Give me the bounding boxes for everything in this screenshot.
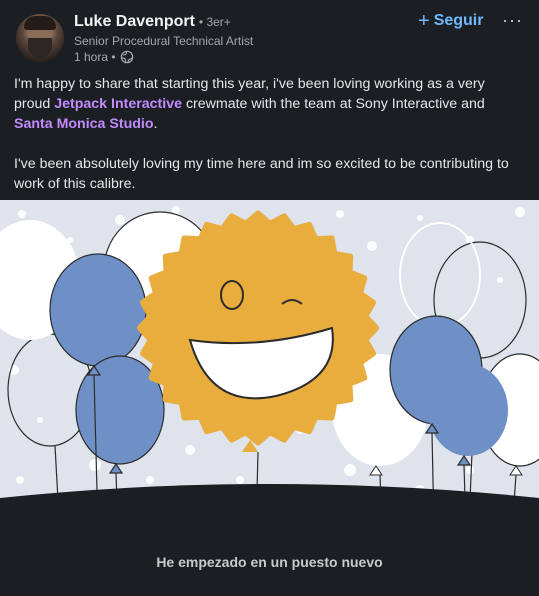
- post-meta: 1 hora •: [74, 50, 134, 64]
- author-name-row: Luke Davenport • 3er+: [74, 13, 231, 31]
- post-card: Luke Davenport • 3er+ Senior Procedural …: [0, 0, 539, 596]
- celebration-image[interactable]: [0, 200, 539, 530]
- connection-degree: • 3er+: [198, 15, 231, 29]
- globe-icon: [120, 50, 133, 64]
- avatar[interactable]: [16, 14, 64, 62]
- author-name[interactable]: Luke Davenport: [74, 13, 195, 31]
- post-text-segment: .: [153, 116, 158, 132]
- mention-jetpack-interactive[interactable]: Jetpack Interactive: [54, 96, 182, 112]
- ellipsis-icon[interactable]: ···: [502, 10, 524, 30]
- author-headline: Senior Procedural Technical Artist: [74, 34, 254, 48]
- celebration-illustration: [0, 200, 539, 530]
- follow-label: Seguir: [433, 12, 484, 29]
- follow-button[interactable]: + Seguir: [418, 10, 484, 32]
- mention-santa-monica-studio[interactable]: Santa Monica Studio: [14, 116, 154, 132]
- post-text: I'm happy to share that starting this ye…: [14, 74, 524, 194]
- post-paragraph-1: I'm happy to share that starting this ye…: [14, 74, 524, 134]
- post-paragraph-2: I've been absolutely loving my time here…: [14, 156, 509, 192]
- post-header: Luke Davenport • 3er+ Senior Procedural …: [0, 0, 539, 68]
- plus-icon: +: [418, 10, 430, 32]
- avatar-beard: [28, 38, 52, 58]
- post-time: 1 hora •: [74, 50, 116, 64]
- avatar-hair: [24, 16, 56, 30]
- image-caption: He empezado en un puesto nuevo: [156, 554, 383, 570]
- image-caption-bar: He empezado en un puesto nuevo: [0, 530, 539, 596]
- post-text-segment: crewmate with the team at Sony Interacti…: [182, 96, 485, 112]
